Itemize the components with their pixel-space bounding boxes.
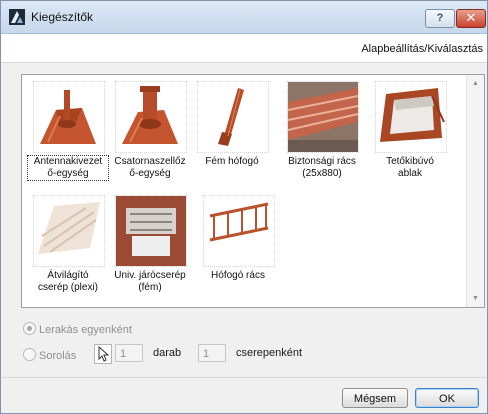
place-single-option[interactable]: Lerakás egyenként bbox=[23, 322, 132, 336]
list-item-clear-tile[interactable]: Átvilágító cserép (plexi) bbox=[28, 191, 108, 307]
scroll-down-icon[interactable]: ▼ bbox=[467, 290, 484, 307]
antenna-tile-icon bbox=[33, 81, 105, 153]
radio-checked-icon[interactable] bbox=[23, 322, 36, 335]
clear-tile-icon bbox=[33, 195, 105, 267]
footer-divider bbox=[1, 377, 487, 378]
list-item-snow-guard-grid[interactable]: Hófogó rács bbox=[198, 191, 278, 307]
item-label: Hófogó rács bbox=[211, 270, 265, 281]
scroll-up-icon[interactable]: ▲ bbox=[467, 75, 484, 92]
accessories-dialog: Kiegészítők ? ✕ Alapbeállítás/Kiválasztá… bbox=[0, 0, 488, 414]
item-label: Átvilágító cserép (plexi) bbox=[37, 270, 99, 293]
header-band: Alapbeállítás/Kiválasztás bbox=[1, 34, 487, 63]
count-field[interactable]: 1 bbox=[115, 344, 143, 362]
title-bar[interactable]: Kiegészítők ? ✕ bbox=[1, 1, 487, 34]
walkway-tile-icon bbox=[115, 195, 187, 267]
list-item-vent[interactable]: Csatornaszellőz ő-egység bbox=[110, 77, 190, 195]
list-item-walkway-tile[interactable]: Univ. járócserép (fém) bbox=[110, 191, 190, 307]
window-title: Kiegészítők bbox=[31, 10, 94, 24]
radio-unchecked-icon[interactable] bbox=[23, 348, 36, 361]
pick-cursor-button[interactable] bbox=[94, 344, 112, 364]
ok-button[interactable]: OK bbox=[415, 388, 479, 408]
item-label: Tetőkibúvó ablak bbox=[386, 156, 434, 179]
close-button[interactable]: ✕ bbox=[456, 9, 486, 28]
cursor-arrow-icon bbox=[98, 345, 110, 362]
cancel-button[interactable]: Mégsem bbox=[342, 388, 408, 408]
accessories-list[interactable]: Antennakivezet ő-egység Csatornaszellőz … bbox=[21, 74, 485, 308]
item-label: Fém hófogó bbox=[205, 156, 259, 167]
list-item-antenna[interactable]: Antennakivezet ő-egység bbox=[27, 77, 109, 195]
item-label: Univ. járócserép (fém) bbox=[114, 270, 186, 293]
snow-hook-icon bbox=[197, 81, 269, 153]
roof-hatch-icon bbox=[375, 81, 447, 153]
count-unit-label: darab bbox=[153, 347, 182, 359]
place-single-label: Lerakás egyenként bbox=[39, 324, 132, 336]
place-row-label: Sorolás bbox=[39, 350, 77, 362]
list-scrollbar[interactable]: ▲ ▼ bbox=[466, 75, 484, 307]
item-label: Csatornaszellőz ő-egység bbox=[114, 156, 186, 179]
help-button[interactable]: ? bbox=[425, 9, 455, 28]
list-item-snow-hook[interactable]: Fém hófogó bbox=[192, 77, 272, 195]
every-unit-label: cserepenként bbox=[236, 347, 303, 359]
vent-pipe-tile-icon bbox=[115, 81, 187, 153]
safety-grate-icon bbox=[287, 81, 359, 153]
defaults-selection-link[interactable]: Alapbeállítás/Kiválasztás bbox=[361, 43, 483, 55]
app-logo-icon bbox=[9, 9, 25, 25]
every-field[interactable]: 1 bbox=[198, 344, 226, 362]
item-label: Biztonsági rács (25x880) bbox=[288, 156, 356, 179]
list-item-roof-hatch[interactable]: Tetőkibúvó ablak bbox=[370, 77, 450, 195]
place-row-option[interactable]: Sorolás bbox=[23, 348, 76, 362]
list-item-safety-grate[interactable]: Biztonsági rács (25x880) bbox=[282, 77, 362, 195]
item-label: Antennakivezet ő-egység bbox=[27, 155, 109, 181]
snow-guard-grid-icon bbox=[203, 195, 275, 267]
